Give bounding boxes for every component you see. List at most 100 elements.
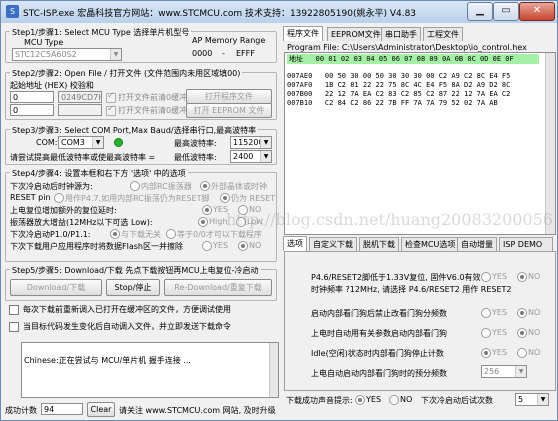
minimize-button[interactable]: ▁ [467,2,493,21]
poweron-watchdog-label: 上电时自动用有关参数启动内部看门狗 [311,329,447,338]
beep-no-radio[interactable] [389,395,399,405]
tab-isp-demo[interactable]: ISP DEMO [499,237,553,251]
reset-pin-label: RESET pin [10,193,51,202]
clock-external-radio[interactable] [200,181,210,191]
step3-group: Step3/步骤3: Select COM Port,Max Baud/选择串行… [5,125,277,165]
step5-title: Step5/步骤5: Download/下载 先点下载按钮再MCU上电复位-冷启… [10,265,261,276]
com-label: COM: [36,138,58,147]
log-text: Chinese:正在尝试与 MCU/单片机 握手连接 ... [24,356,191,365]
power-delay-yes-radio[interactable] [202,205,212,215]
idle-no-label: NO [528,348,541,357]
open-eeprom-file-button[interactable]: 打开 EEPROM 文件 [186,103,272,118]
watchdog-yes-radio[interactable] [481,308,491,318]
com-port-select[interactable]: COM3 ▼ [58,136,104,149]
min-baud-note: 请尝试提高最低波特率或使最高波特率 = [10,153,156,162]
max-baud-select[interactable]: 115200 ▼ [230,136,272,149]
clear-button[interactable]: Clear [87,402,115,417]
window-title: STC-ISP.exe 宏晶科技官方网站：www.STCMCU.com 技术支持… [23,9,417,19]
p10-opt1-radio[interactable] [110,229,120,239]
retry-select[interactable]: 5 ▼ [515,393,549,406]
title-bar: S STC-ISP.exe 宏晶科技官方网站：www.STCMCU.com 技术… [1,1,557,23]
idle-no-radio[interactable] [517,348,527,358]
p10-label: 下次冷启动P1.0/P1.1: [10,230,91,239]
tab-options[interactable]: 选项 [283,236,307,251]
step4-title: Step4/步骤4: 设置本框和右下方 '选项' 中的选项 [10,168,188,179]
p10-opt1-label: 与下载无关 [121,230,161,239]
start-addr-input[interactable]: 0 [10,91,54,103]
tab-program-file[interactable]: 程序文件 [283,26,323,41]
min-baud-select[interactable]: 2400 ▼ [230,150,272,163]
maximize-button[interactable]: ▭ [493,2,519,21]
clear-before-open-eeprom-checkbox[interactable] [106,104,116,116]
p10-opt2-radio[interactable] [166,229,176,239]
tab-project-file[interactable]: 工程文件 [423,27,463,41]
clear-before-open-checkbox[interactable] [106,91,116,103]
eeprom-addr-input[interactable]: 0 [10,104,54,116]
hex-viewer[interactable]: 地址 00 01 02 03 04 05 06 07 08 09 0A 0B 0… [284,52,556,235]
poweron-watchdog-yes-label: YES [492,328,508,337]
app-window: S STC-ISP.exe 宏晶科技官方网站：www.STCMCU.com 技术… [0,0,558,421]
osc-gain-label: 振荡器放大增益(12MHz以下可选 Low): [10,218,153,227]
retry-value: 5 [518,395,524,404]
clock-internal-radio[interactable] [130,181,140,191]
chevron-down-icon: ▼ [515,366,526,377]
poweron-watchdog-no-radio[interactable] [517,328,527,338]
beep-label: 下载成功声音提示: [286,396,353,405]
redownload-button[interactable]: Re-Download/重复下载 [164,279,272,296]
prescale-value: 256 [484,367,500,376]
success-count-display: 94 [41,403,83,415]
watchdog-no-label: NO [528,308,541,317]
open-program-file-button[interactable]: 打开程序文件 [186,89,272,104]
poweron-watchdog-yes-radio[interactable] [481,328,491,338]
step1-title: Step1/步骤1: Select MCU Type 选择单片机型号 [10,27,192,38]
hex-row: 007B10 C2 84 C2 86 22 7B FF 7A 7A 79 52 … [287,99,498,107]
com-port-value: COM3 [61,138,85,147]
download-button[interactable]: Download/下载 [10,279,102,296]
eeprom-checksum-display [58,104,102,116]
tab-custom-download[interactable]: 自定义下载 [309,237,357,251]
range-end: EFFF [236,49,255,58]
mcu-type-value: STC12C5A60S2 [15,50,77,59]
program-file-path: Program File: C:\Users\Administrator\Des… [287,43,527,52]
p46-no-radio[interactable] [517,272,527,282]
hex-row: 007AF0 1B C2 81 22 22 75 8C 4C E4 F5 8A … [287,81,511,89]
reload-each-time-checkbox[interactable] [9,305,19,315]
step2-group: Step2/步骤2: Open File / 打开文件 (文件范围内未用区域填0… [5,68,277,120]
p46-label: P4.6/RESET2脚低于1.33V复位, 固件V6.0有效 [311,273,481,282]
idle-yes-radio[interactable] [481,348,491,358]
erase-flash-yes-label: YES [213,241,229,250]
erase-flash-no-radio[interactable] [238,241,248,251]
log-scrollbar[interactable] [269,343,278,397]
poweron-watchdog-no-label: NO [528,328,541,337]
tab-serial-assistant[interactable]: 串口助手 [381,27,421,41]
reset-keep-radio[interactable] [220,193,230,203]
prescale-select[interactable]: 256 ▼ [481,365,527,378]
hex-scrollbar[interactable] [545,53,555,234]
checksum-display: 0249CD7H [58,91,102,103]
max-baud-label: 最高波特率: [174,139,217,148]
chevron-down-icon: ▼ [92,137,103,148]
reset-io-radio[interactable] [54,193,64,203]
tab-eeprom-file[interactable]: EEPROM文件 [327,27,385,41]
close-button[interactable]: ✕ [519,2,555,21]
tab-auto-increment[interactable]: 自动增量 [457,237,497,251]
beep-yes-radio[interactable] [355,395,365,405]
auto-reload-checkbox[interactable] [9,322,19,332]
clock-internal-label: 内部RC振荡器 [141,182,192,191]
auto-reload-label: 当目标代码发生变化后自动调入文件，并立即发送下载命令 [23,322,231,331]
log-area[interactable]: Chinese:正在尝试与 MCU/单片机 握手连接 ... [21,342,279,398]
erase-flash-yes-radio[interactable] [202,241,212,251]
osc-gain-high-radio[interactable] [198,217,208,227]
clock-note: 时钟频率 ?12MHz, 请选择 P4.6/RESET2 用作 RESET2 [311,285,512,294]
step3-title: Step3/步骤3: Select COM Port,Max Baud/选择串行… [10,125,259,136]
tab-check-mcu[interactable]: 检查MCU选项 [401,237,460,251]
p46-yes-radio[interactable] [481,272,491,282]
stop-button[interactable]: Stop/停止 [106,279,160,296]
mcu-type-select[interactable]: STC12C5A60S2 ▼ [12,48,122,61]
options-tabbar: 选项 自定义下载 脱机下载 检查MCU选项 自动增量 ISP DEMO [283,236,555,251]
watchdog-no-radio[interactable] [517,308,527,318]
beep-yes-label: YES [366,395,382,404]
mcu-type-label: MCU Type [24,38,64,47]
tab-offline-download[interactable]: 脱机下载 [359,237,399,251]
top-tabbar: 程序文件 EEPROM文件 串口助手 工程文件 [283,26,555,41]
